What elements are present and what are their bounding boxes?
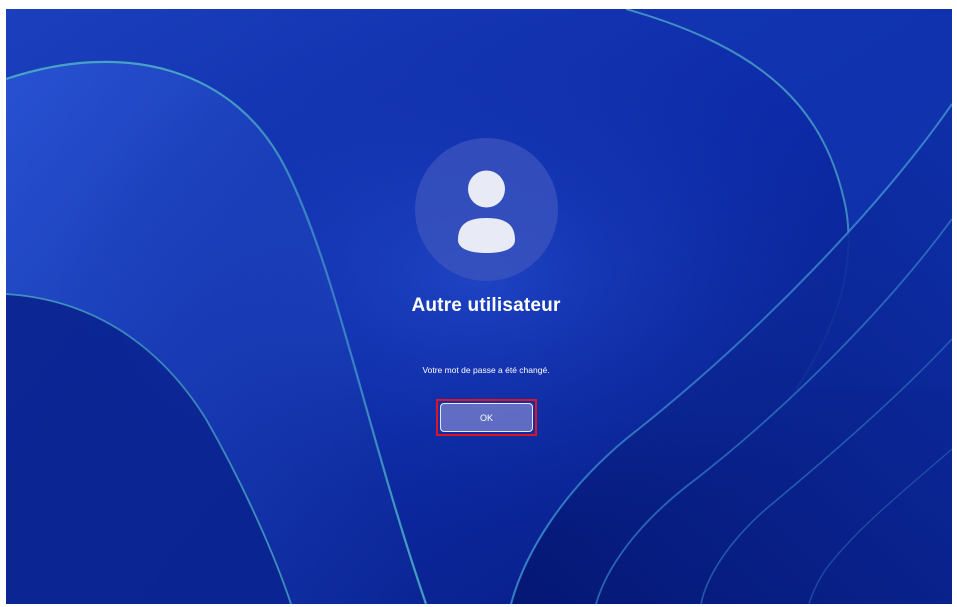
lock-screen: Autre utilisateur Votre mot de passe a é… xyxy=(6,9,952,604)
user-avatar xyxy=(415,138,558,281)
user-icon xyxy=(458,170,515,253)
screenshot-frame: Autre utilisateur Votre mot de passe a é… xyxy=(0,0,957,607)
username-label: Autre utilisateur xyxy=(411,295,561,316)
ok-button[interactable]: OK xyxy=(440,403,533,432)
password-changed-message: Votre mot de passe a été changé. xyxy=(422,365,550,375)
